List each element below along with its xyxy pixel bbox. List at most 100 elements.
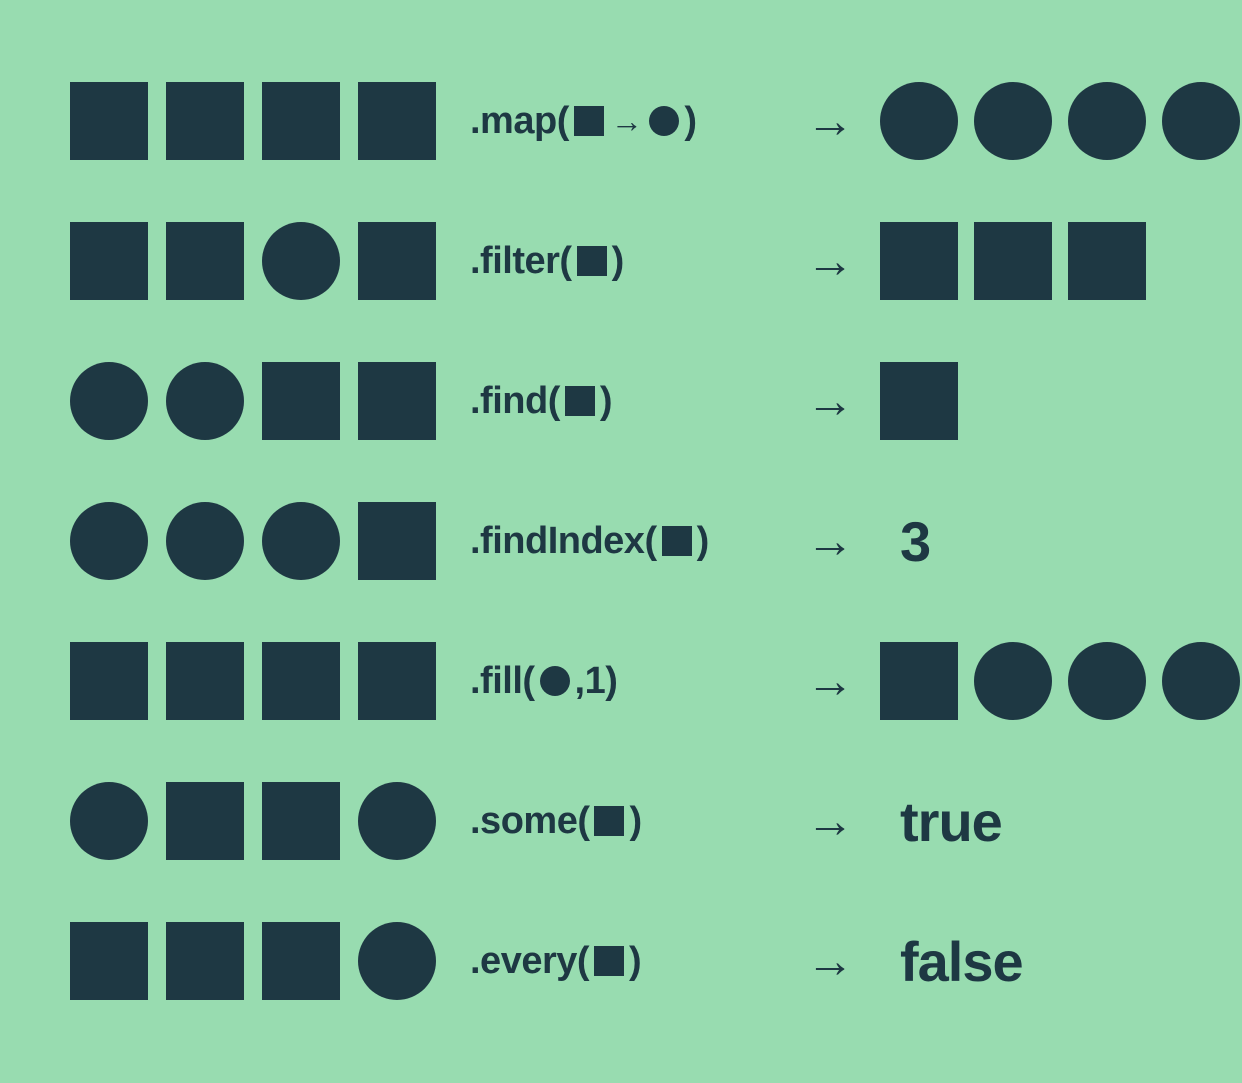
method-label: .some() — [470, 800, 790, 843]
mini-square-icon — [577, 246, 607, 276]
result-arrow-icon: → — [790, 654, 870, 709]
square-icon — [166, 642, 244, 720]
square-icon — [358, 642, 436, 720]
circle-icon — [166, 502, 244, 580]
square-icon — [358, 502, 436, 580]
square-icon — [166, 922, 244, 1000]
square-icon — [70, 82, 148, 160]
output — [870, 362, 958, 440]
square-icon — [70, 642, 148, 720]
mini-square-icon — [594, 946, 624, 976]
result-arrow-icon: → — [790, 94, 870, 149]
output-text: true — [880, 789, 1002, 854]
circle-icon — [166, 362, 244, 440]
square-icon — [70, 222, 148, 300]
circle-icon — [262, 502, 340, 580]
mini-square-icon — [574, 106, 604, 136]
result-arrow-icon: → — [790, 934, 870, 989]
result-arrow-icon: → — [790, 234, 870, 289]
output — [870, 642, 1240, 720]
circle-icon — [1068, 82, 1146, 160]
mini-square-icon — [594, 806, 624, 836]
method-suffix: ) — [684, 100, 696, 143]
output: 3 — [870, 509, 930, 574]
method-suffix: ) — [629, 800, 641, 843]
circle-icon — [262, 222, 340, 300]
result-arrow-icon: → — [790, 794, 870, 849]
diagram-row-6: .every()→false — [70, 920, 1172, 1002]
mini-square-icon — [565, 386, 595, 416]
diagram-row-1: .filter()→ — [70, 220, 1172, 302]
result-arrow-icon: → — [790, 374, 870, 429]
arrow-icon: → — [611, 103, 643, 140]
circle-icon — [358, 782, 436, 860]
method-label: .find() — [470, 380, 790, 423]
square-icon — [166, 782, 244, 860]
method-prefix: .some( — [470, 800, 589, 843]
mini-circle-icon — [649, 106, 679, 136]
method-prefix: .findIndex( — [470, 520, 657, 563]
input-shapes — [70, 362, 470, 440]
output — [870, 222, 1146, 300]
method-suffix: ) — [612, 240, 624, 283]
circle-icon — [974, 642, 1052, 720]
method-label: .every() — [470, 940, 790, 983]
circle-icon — [1162, 82, 1240, 160]
output — [870, 82, 1240, 160]
circle-icon — [1162, 642, 1240, 720]
method-prefix: .filter( — [470, 240, 572, 283]
circle-icon — [70, 362, 148, 440]
mini-circle-icon — [540, 666, 570, 696]
square-icon — [880, 642, 958, 720]
input-shapes — [70, 922, 470, 1000]
circle-icon — [880, 82, 958, 160]
square-icon — [70, 922, 148, 1000]
square-icon — [358, 362, 436, 440]
mini-square-icon — [662, 526, 692, 556]
circle-icon — [358, 922, 436, 1000]
square-icon — [262, 82, 340, 160]
method-prefix: .fill( — [470, 660, 535, 703]
output: true — [870, 789, 1002, 854]
circle-icon — [1068, 642, 1146, 720]
square-icon — [262, 362, 340, 440]
square-icon — [880, 362, 958, 440]
input-shapes — [70, 222, 470, 300]
input-shapes — [70, 502, 470, 580]
square-icon — [166, 82, 244, 160]
method-suffix: ) — [697, 520, 709, 563]
square-icon — [166, 222, 244, 300]
output-text: false — [880, 929, 1023, 994]
method-label: .map( →) — [470, 100, 790, 143]
square-icon — [1068, 222, 1146, 300]
method-prefix: .map( — [470, 100, 569, 143]
square-icon — [880, 222, 958, 300]
diagram-row-3: .findIndex()→3 — [70, 500, 1172, 582]
output: false — [870, 929, 1023, 994]
diagram-row-5: .some()→true — [70, 780, 1172, 862]
output-text: 3 — [880, 509, 930, 574]
method-label: .fill( ,1 ) — [470, 660, 790, 703]
method-suffix: ) — [605, 660, 617, 703]
method-label: .filter() — [470, 240, 790, 283]
square-icon — [262, 922, 340, 1000]
diagram-row-4: .fill( ,1 ) → — [70, 640, 1172, 722]
circle-icon — [974, 82, 1052, 160]
method-label: .findIndex() — [470, 520, 790, 563]
input-shapes — [70, 642, 470, 720]
result-arrow-icon: → — [790, 514, 870, 569]
square-icon — [358, 82, 436, 160]
square-icon — [974, 222, 1052, 300]
square-icon — [262, 642, 340, 720]
method-suffix: ) — [600, 380, 612, 423]
input-shapes — [70, 82, 470, 160]
method-arg-text: ,1 — [575, 660, 606, 703]
circle-icon — [70, 782, 148, 860]
method-suffix: ) — [629, 940, 641, 983]
circle-icon — [70, 502, 148, 580]
square-icon — [358, 222, 436, 300]
input-shapes — [70, 782, 470, 860]
diagram-row-0: .map( →) → — [70, 80, 1172, 162]
method-prefix: .find( — [470, 380, 560, 423]
diagram-rows: .map(→)→.filter()→.find()→.findIndex()→3… — [70, 80, 1172, 1002]
